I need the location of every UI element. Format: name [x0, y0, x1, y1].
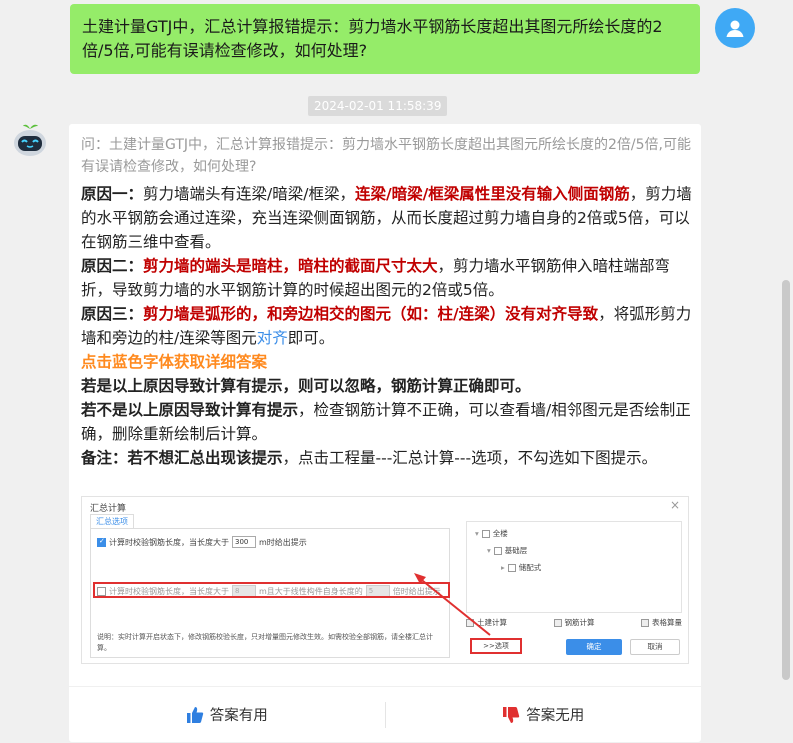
- checkbox-icon[interactable]: [466, 618, 474, 627]
- scrollbar[interactable]: [779, 0, 793, 743]
- robot-icon: [14, 124, 46, 156]
- chevron-right-icon[interactable]: ▸: [501, 563, 505, 572]
- option-row-length-check[interactable]: 计算时校验钢筋长度，当长度大于 300 m时给出提示: [97, 534, 307, 550]
- reason-three-end: 即可。: [287, 329, 335, 347]
- useful-button[interactable]: 答案有用: [69, 704, 385, 725]
- feedback-bar: 答案有用 答案无用: [69, 686, 701, 742]
- option-row1-suffix: m时给出提示: [259, 537, 307, 547]
- reason-one-highlight: 连梁/暗梁/框梁属性里没有输入侧面钢筋: [354, 185, 630, 203]
- user-icon: [726, 20, 744, 37]
- dialog-note: 说明：实时计算开启状态下，修改钢筋校验长度，只对增量图元修改生效。如需校验全部钢…: [97, 633, 433, 652]
- reason-three: 原因三：剪力墙是弧形的，和旁边相交的图元（如：柱/连梁）没有对齐导致，将弧形剪力…: [81, 302, 693, 350]
- checkbox-table[interactable]: 表格算量: [641, 617, 682, 628]
- highlight-box-option: [93, 582, 450, 598]
- statement-two-bold: 若不是以上原因导致计算有提示: [81, 401, 299, 419]
- confirm-button[interactable]: 确定: [566, 639, 622, 655]
- reason-two-highlight: 剪力墙的端头是暗柱，暗柱的截面尺寸太大: [143, 257, 438, 275]
- reason-one-label: 原因一：: [81, 185, 144, 203]
- note-paragraph: 备注：若不想汇总出现该提示，点击工程量---汇总计算---选项，不勾选如下图提示…: [81, 446, 693, 470]
- detail-answer-link[interactable]: 点击蓝色字体获取详细答案: [81, 350, 693, 374]
- checkbox-table-label: 表格算量: [652, 618, 682, 627]
- length-input[interactable]: 300: [232, 536, 256, 548]
- options-panel: 计算时校验钢筋长度，当长度大于 300 m时给出提示 计算时校验钢筋长度，当长度…: [90, 528, 450, 658]
- echoed-question: 问：土建计量GTJ中，汇总计算报错提示：剪力墙水平钢筋长度超出其图元所绘长度的2…: [81, 137, 692, 175]
- statement-two: 若不是以上原因导致计算有提示，检查钢筋计算不正确，可以查看墙/相邻图元是否绘制正…: [81, 398, 693, 446]
- reason-three-highlight: 剪力墙是弧形的，和旁边相交的图元（如：柱/连梁）没有对齐导致: [143, 305, 599, 323]
- checkbox-rebar-label: 钢筋计算: [564, 618, 595, 627]
- useless-button[interactable]: 答案无用: [386, 704, 702, 725]
- checkbox-civil[interactable]: 土建计算: [466, 617, 507, 628]
- checkbox-civil-label: 土建计算: [477, 618, 507, 627]
- thumbs-down-icon: [503, 706, 520, 723]
- chevron-down-icon[interactable]: ▾: [487, 546, 491, 555]
- tree-item-sub[interactable]: ▸ 储配式: [501, 562, 541, 573]
- tab-summary-options[interactable]: 汇总选项: [90, 514, 134, 528]
- user-avatar: [715, 8, 755, 48]
- cancel-button[interactable]: 取消: [630, 639, 680, 655]
- checkbox-checked[interactable]: [507, 563, 516, 572]
- checkbox-checked[interactable]: [481, 529, 490, 538]
- answer-body: 原因一：剪力墙端头有连梁/暗梁/框梁，连梁/暗梁/框梁属性里没有输入侧面钢筋，剪…: [81, 182, 693, 470]
- tree-label-sub: 储配式: [518, 563, 542, 572]
- checkbox-icon[interactable]: [553, 618, 562, 627]
- note-label: 备注：: [81, 449, 128, 467]
- checkbox-rebar[interactable]: 钢筋计算: [553, 617, 595, 628]
- message-timestamp: 2024-02-01 11:58:39: [308, 96, 448, 116]
- useless-label: 答案无用: [526, 708, 585, 724]
- options-button[interactable]: >>选项: [470, 638, 522, 654]
- tree-item-all[interactable]: ▾ 全楼: [475, 528, 508, 539]
- useful-label: 答案有用: [209, 708, 268, 724]
- thumbs-up-icon: [186, 706, 203, 723]
- bot-avatar: [10, 120, 50, 160]
- tree-item-foundation[interactable]: ▾ 基础层: [487, 545, 527, 556]
- dialog-title: 汇总计算: [90, 504, 127, 514]
- checkbox-checked[interactable]: [493, 546, 502, 555]
- reason-two: 原因二：剪力墙的端头是暗柱，暗柱的截面尺寸太大，剪力墙水平钢筋伸入暗柱端部弯折，…: [81, 254, 693, 302]
- scroll-thumb[interactable]: [782, 280, 790, 680]
- statement-one: 若是以上原因导致计算有提示，则可以忽略，钢筋计算正确即可。: [81, 377, 531, 395]
- chevron-down-icon[interactable]: ▾: [475, 529, 479, 538]
- option-row1-label: 计算时校验钢筋长度，当长度大于: [109, 537, 229, 547]
- close-icon[interactable]: ×: [670, 498, 680, 512]
- floor-tree: ▾ 全楼 ▾ 基础层 ▸ 储配式: [466, 521, 682, 613]
- note-bold: 若不想汇总出现该提示: [127, 449, 283, 467]
- calc-type-checkboxes: 土建计算 钢筋计算 表格算量: [466, 617, 682, 628]
- checkbox-icon[interactable]: [641, 618, 649, 627]
- note-rest: ，点击工程量---汇总计算---选项，不勾选如下图提示。: [282, 449, 658, 467]
- bot-answer-card: 问：土建计量GTJ中，汇总计算报错提示：剪力墙水平钢筋长度超出其图元所绘长度的2…: [69, 124, 701, 742]
- checkbox-checked[interactable]: [97, 537, 106, 547]
- align-link[interactable]: 对齐: [257, 329, 288, 347]
- summary-calc-dialog-screenshot: 汇总计算 × 汇总选项 计算时校验钢筋长度，当长度大于 300 m时给出提示 计…: [81, 496, 689, 664]
- user-message-bubble: 土建计量GTJ中，汇总计算报错提示：剪力墙水平钢筋长度超出其图元所绘长度的2倍/…: [70, 4, 700, 74]
- reason-one: 原因一：剪力墙端头有连梁/暗梁/框梁，连梁/暗梁/框梁属性里没有输入侧面钢筋，剪…: [81, 182, 693, 254]
- tree-label-foundation: 基础层: [504, 546, 528, 555]
- reason-three-label: 原因三：: [81, 305, 144, 323]
- reason-one-text: 剪力墙端头有连梁/暗梁/框梁，: [143, 185, 355, 203]
- tree-label-all: 全楼: [492, 529, 508, 538]
- reason-two-label: 原因二：: [81, 257, 144, 275]
